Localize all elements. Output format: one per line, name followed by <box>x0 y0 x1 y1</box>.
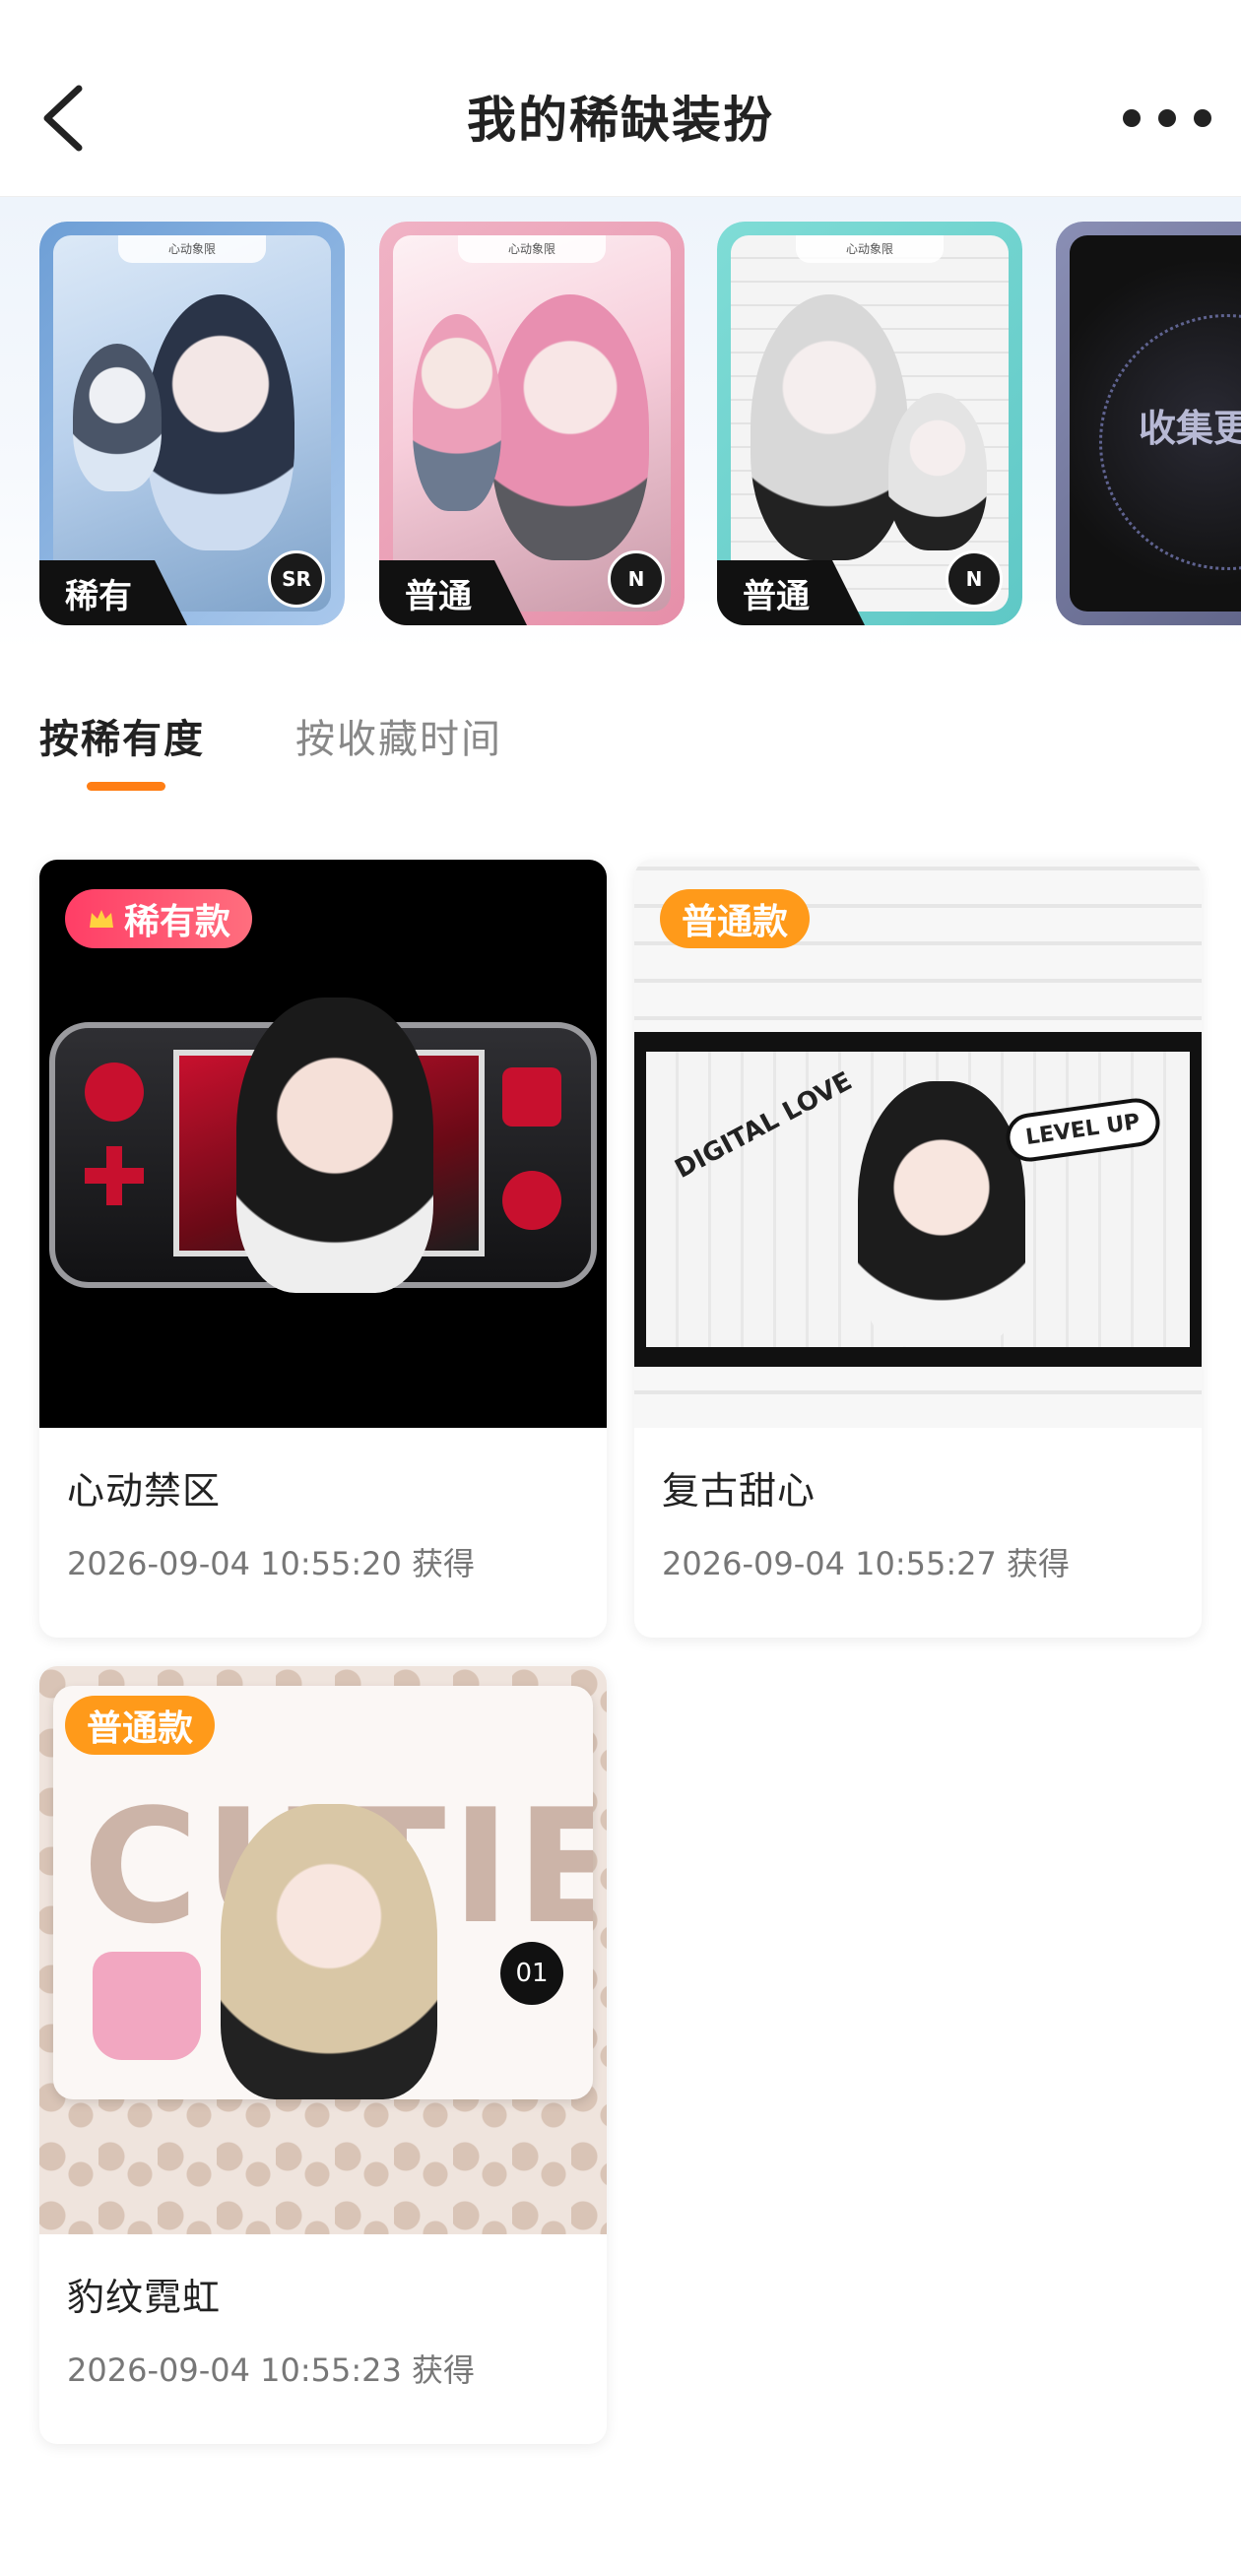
tab-sort-by-rarity[interactable]: 按稀有度 <box>39 707 205 764</box>
dpad-icon <box>85 1146 144 1205</box>
window-content: DIGITAL LOVE LEVEL UP <box>646 1052 1190 1347</box>
level-up-text: LEVEL UP <box>1003 1095 1163 1165</box>
more-horizontal-icon <box>1123 109 1141 127</box>
number-badge: 01 <box>500 1942 563 2005</box>
character-art <box>888 393 987 550</box>
item-thumbnail: CUTIE 01 普通款 <box>39 1666 607 2234</box>
rarity-badge-label: 普通款 <box>682 902 789 942</box>
rank-badge: N <box>946 550 1003 608</box>
collection-item[interactable]: DIGITAL LOVE LEVEL UP 普通款 复古甜心 2026-09-0… <box>634 860 1202 1638</box>
item-name: 豹纹霓虹 <box>67 2276 222 2319</box>
item-acquired-time: 2026-09-04 10:55:20 获得 <box>67 1545 476 1582</box>
tab-sort-by-time[interactable]: 按收藏时间 <box>295 707 502 764</box>
rarity-badge: 稀有款 <box>65 889 253 948</box>
carousel-card[interactable]: 心动象限 稀有 SR <box>39 222 345 625</box>
bag-art <box>93 1952 201 2060</box>
character-art <box>491 294 649 560</box>
more-dot <box>1158 109 1176 127</box>
rarity-badge: 普通款 <box>65 1696 216 1755</box>
item-acquired-time: 2026-09-04 10:55:27 获得 <box>662 1545 1071 1582</box>
character-art <box>413 314 501 511</box>
paw-icon <box>502 1171 561 1230</box>
card-brand-label: 心动象限 <box>118 235 266 263</box>
carousel-card[interactable]: 心动象限 普通 N <box>379 222 685 625</box>
button-cluster <box>502 1067 561 1127</box>
paw-icon <box>85 1063 144 1122</box>
more-button[interactable] <box>1123 98 1211 138</box>
active-tab-indicator <box>87 782 165 791</box>
carousel-card[interactable]: 心动象限 普通 N <box>717 222 1022 625</box>
character-art <box>858 1081 1025 1347</box>
item-name: 心动禁区 <box>67 1469 222 1513</box>
character-art <box>751 294 908 560</box>
card-brand-label: 心动象限 <box>796 235 944 263</box>
card-artwork: 收集更 <box>1070 235 1241 612</box>
window-artwork: DIGITAL LOVE LEVEL UP <box>634 1032 1202 1367</box>
top-bar: 我的稀缺装扮 <box>0 0 1241 197</box>
featured-carousel[interactable]: 心动象限 稀有 SR 心动象限 普通 N 心动象限 普通 N 收集更 <box>0 197 1241 650</box>
more-dot <box>1194 109 1211 127</box>
rarity-badge: 普通款 <box>660 889 811 948</box>
item-name: 复古甜心 <box>662 1469 816 1513</box>
item-acquired-time: 2026-09-04 10:55:23 获得 <box>67 2351 476 2389</box>
item-thumbnail: 稀有款 <box>39 860 607 1428</box>
digital-love-text: DIGITAL LOVE <box>670 1066 858 1185</box>
character-art <box>236 998 433 1293</box>
rank-badge: SR <box>268 550 325 608</box>
collect-more-card[interactable]: 收集更 <box>1056 222 1241 625</box>
character-art <box>221 1804 437 2099</box>
collection-item[interactable]: CUTIE 01 普通款 豹纹霓虹 2026-09-04 10:55:23 获得 <box>39 1666 607 2444</box>
card-brand-label: 心动象限 <box>458 235 606 263</box>
collection-item[interactable]: 稀有款 心动禁区 2026-09-04 10:55:20 获得 <box>39 860 607 1638</box>
character-art <box>147 294 294 550</box>
rarity-badge-label: 普通款 <box>87 1708 194 1749</box>
rarity-badge-label: 稀有款 <box>124 902 231 942</box>
sort-tabs: 按稀有度 按收藏时间 <box>0 689 1241 798</box>
item-thumbnail: DIGITAL LOVE LEVEL UP 普通款 <box>634 860 1202 1428</box>
rank-badge: N <box>608 550 665 608</box>
collect-more-label: 收集更 <box>1139 407 1241 450</box>
page-title: 我的稀缺装扮 <box>467 92 774 149</box>
character-art <box>73 344 162 491</box>
crown-icon <box>90 910 113 928</box>
